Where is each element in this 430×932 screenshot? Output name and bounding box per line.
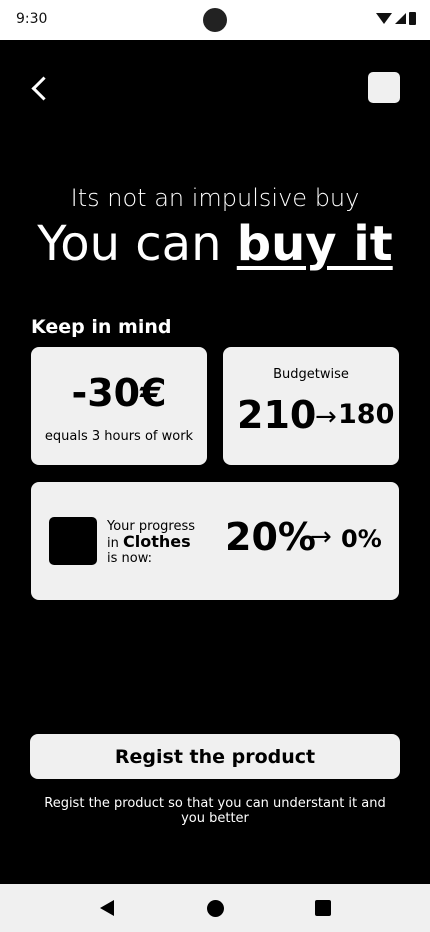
system-nav-bar	[0, 884, 430, 932]
menu-button[interactable]	[368, 72, 400, 103]
regist-product-button[interactable]: Regist the product	[30, 734, 400, 779]
hero-headline: You can buy it	[0, 216, 430, 272]
progress-text: Your progress in Clothes is now:	[107, 519, 195, 566]
headline-emphasis: buy it	[236, 216, 393, 272]
category-icon	[49, 517, 97, 565]
back-button[interactable]	[24, 70, 56, 106]
battery-icon	[409, 12, 416, 25]
section-label: Keep in mind	[31, 316, 172, 338]
nav-back-icon[interactable]	[100, 900, 114, 916]
signal-icon	[395, 13, 406, 24]
cost-card: -30€ equals 3 hours of work	[31, 347, 207, 465]
wifi-icon	[376, 13, 392, 24]
cost-value: -30€	[71, 371, 167, 415]
headline-prefix: You can	[37, 216, 222, 272]
arrow-right-icon: →	[315, 402, 337, 432]
progress-line-3: is now:	[107, 551, 153, 566]
hero-subtitle: Its not an impulsive buy	[70, 184, 360, 212]
nav-home-icon[interactable]	[207, 900, 224, 917]
progress-line-2-prefix: in	[107, 536, 119, 551]
status-time: 9:30	[16, 11, 48, 27]
budget-title: Budgetwise	[273, 367, 349, 382]
nav-recents-icon[interactable]	[315, 900, 331, 916]
cost-note: equals 3 hours of work	[44, 429, 194, 444]
progress-from-value: 20%	[225, 515, 316, 559]
progress-to-value: 0%	[341, 525, 382, 553]
status-icons	[376, 12, 416, 25]
hint-text: Regist the product so that you can under…	[44, 796, 386, 826]
camera-cutout	[203, 8, 227, 32]
budget-card: Budgetwise 210 → 180	[223, 347, 399, 465]
progress-card: Your progress in Clothes is now: 20% → 0…	[31, 482, 399, 600]
budget-from-value: 210	[237, 393, 317, 437]
main-screen: Its not an impulsive buy You can buy it …	[0, 40, 430, 884]
progress-line-2: in Clothes	[107, 532, 195, 552]
status-bar: 9:30	[0, 0, 430, 40]
budget-to-value: 180	[338, 399, 395, 430]
progress-category: Clothes	[123, 532, 191, 551]
arrow-right-icon: →	[310, 522, 332, 552]
